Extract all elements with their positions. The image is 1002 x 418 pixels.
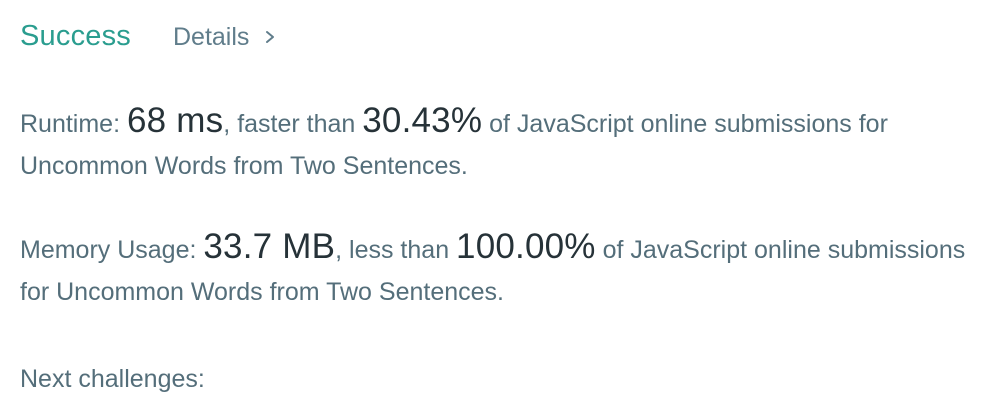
details-link[interactable]: Details — [173, 23, 277, 52]
runtime-label: Runtime: — [20, 110, 127, 138]
chevron-right-icon — [263, 30, 277, 44]
memory-stat: Memory Usage: 33.7 MB, less than 100.00%… — [20, 226, 990, 313]
status-label: Success — [20, 20, 131, 52]
memory-label: Memory Usage: — [20, 236, 204, 264]
details-link-label: Details — [173, 23, 250, 51]
runtime-value: 68 ms — [126, 101, 224, 140]
next-challenges-heading: Next challenges: — [20, 365, 205, 393]
memory-percentile: 100.00% — [456, 227, 596, 266]
memory-value: 33.7 MB — [203, 227, 336, 266]
result-header: Success Details — [20, 20, 277, 53]
runtime-stat: Runtime: 68 ms, faster than 30.43% of Ja… — [20, 100, 990, 187]
runtime-percentile: 30.43% — [362, 101, 483, 140]
memory-connector: , less than — [335, 236, 457, 264]
submission-result-panel: Success Details Runtime: 68 ms, faster t… — [0, 0, 1002, 418]
runtime-connector: , faster than — [223, 110, 363, 138]
